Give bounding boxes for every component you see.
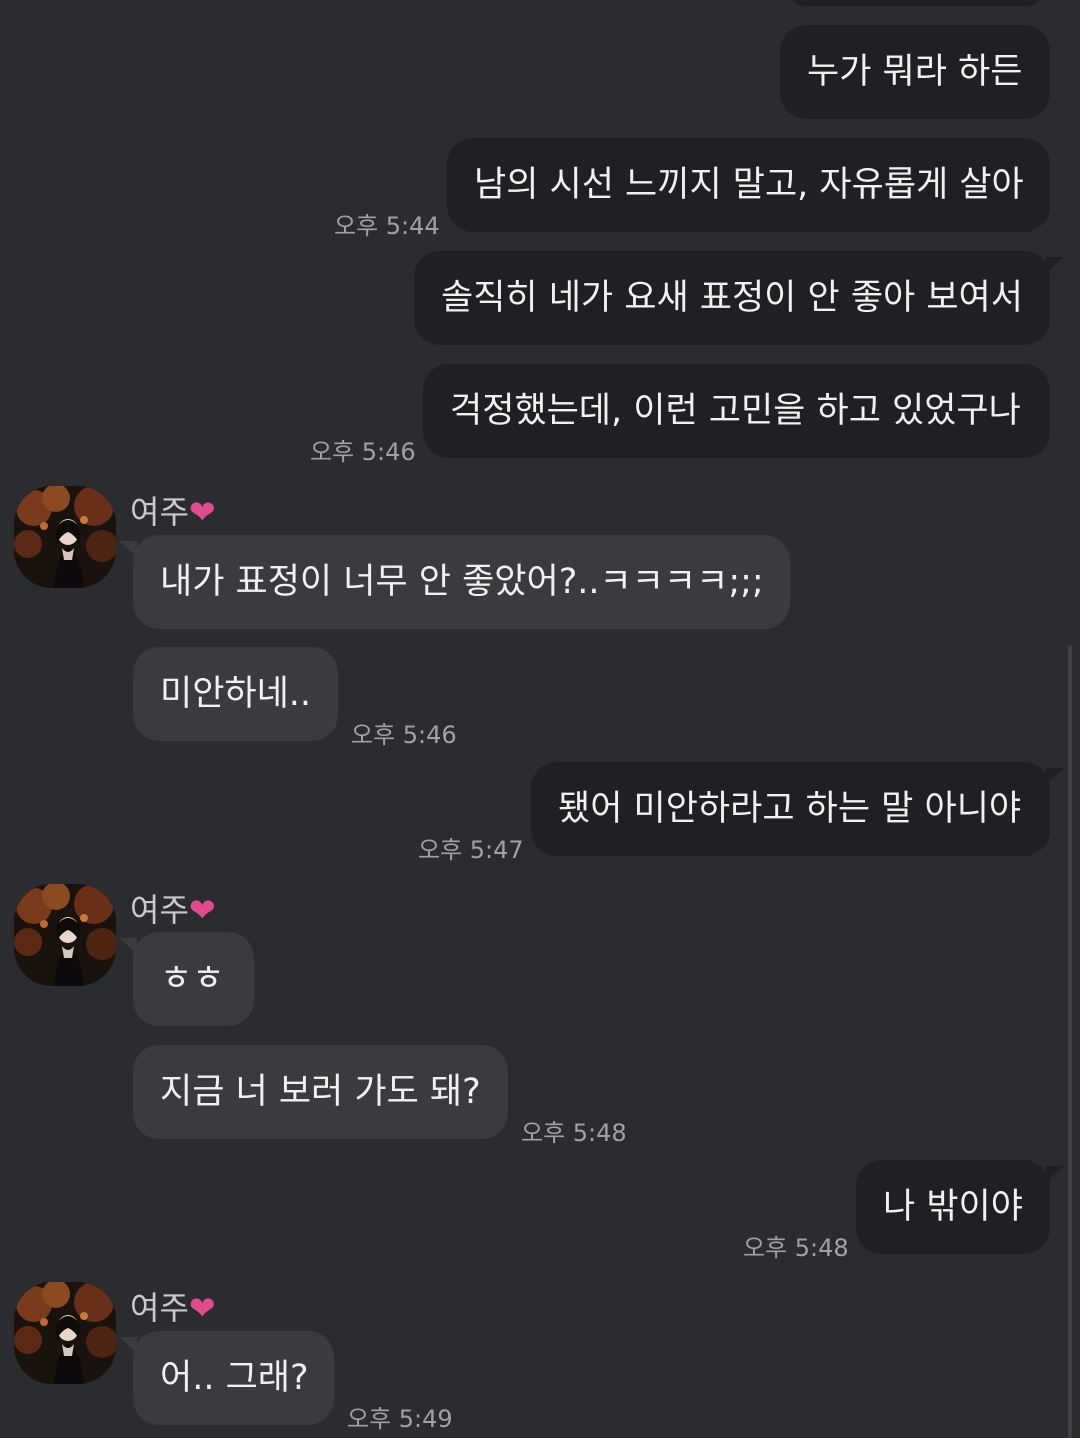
sender-name: 여주❤ [130, 487, 216, 533]
message-text: 나 밖이야 [883, 1187, 1023, 1227]
avatar-photo-icon [14, 884, 116, 986]
message-bubble[interactable]: 어.. 그래? [133, 1331, 334, 1425]
message-bubble[interactable]: 됐어 미안하라고 하는 말 아니야 [531, 762, 1050, 856]
bubble-tail [1046, 768, 1064, 784]
message-text: 남의 시선 느끼지 말고, 자유롭게 살아 [474, 165, 1024, 205]
message-timestamp: 오후 5:47 [418, 836, 524, 864]
message-text: 걱정했는데, 이런 고민을 하고 있었구나 [450, 391, 1021, 431]
avatar-photo-icon [14, 1282, 116, 1384]
sender-name: 여주❤ [130, 1283, 216, 1329]
message-text: 내가 표정이 너무 안 좋았어?..ㅋㅋㅋㅋ;;; [160, 562, 764, 602]
pink-heart-icon: ❤ [188, 493, 216, 531]
message-text: 어.. 그래? [160, 1358, 309, 1398]
contact-avatar[interactable] [14, 1282, 116, 1384]
bubble-tail [119, 541, 137, 557]
message-text: 솔직히 네가 요새 표정이 안 좋아 보여서 [441, 278, 1023, 318]
bubble-tail [119, 938, 137, 954]
message-text: 미안하네.. [160, 674, 312, 714]
message-timestamp: 오후 5:46 [351, 721, 457, 749]
message-bubble[interactable]: ㅎㅎ [133, 932, 254, 1026]
message-bubble[interactable]: 나 밖이야 [856, 1160, 1050, 1254]
pink-heart-icon: ❤ [188, 1289, 216, 1327]
bubble-tail [1046, 1166, 1064, 1182]
sender-name-text: 여주 [130, 1289, 189, 1327]
previous-message-bubble-edge [790, 0, 1042, 6]
message-timestamp: 오후 5:49 [347, 1405, 453, 1433]
scrollbar[interactable] [1068, 645, 1072, 1438]
message-text: 지금 너 보러 가도 돼? [160, 1072, 481, 1112]
message-bubble[interactable]: 지금 너 보러 가도 돼? [133, 1045, 508, 1139]
message-bubble[interactable]: 미안하네.. [133, 647, 338, 741]
pink-heart-icon: ❤ [188, 891, 216, 929]
contact-avatar[interactable] [14, 486, 116, 588]
message-timestamp: 오후 5:46 [310, 438, 416, 466]
contact-avatar[interactable] [14, 884, 116, 986]
avatar-photo-icon [14, 486, 116, 588]
message-text: 누가 뭐라 하든 [807, 52, 1023, 92]
bubble-tail [119, 1337, 137, 1353]
sender-name-text: 여주 [130, 891, 189, 929]
sender-name-text: 여주 [130, 493, 189, 531]
sender-name: 여주❤ [130, 885, 216, 931]
message-bubble[interactable]: 남의 시선 느끼지 말고, 자유롭게 살아 [447, 138, 1050, 232]
message-timestamp: 오후 5:48 [521, 1119, 627, 1147]
chat-thread[interactable]: 누가 뭐라 하든 오후 5:44 남의 시선 느끼지 말고, 자유롭게 살아 솔… [0, 0, 1080, 1438]
message-bubble[interactable]: 누가 뭐라 하든 [780, 25, 1050, 119]
message-bubble[interactable]: 내가 표정이 너무 안 좋았어?..ㅋㅋㅋㅋ;;; [133, 535, 790, 629]
message-text: 됐어 미안하라고 하는 말 아니야 [558, 789, 1022, 829]
message-timestamp: 오후 5:44 [334, 212, 440, 240]
message-text: ㅎㅎ [160, 959, 225, 999]
message-timestamp: 오후 5:48 [743, 1234, 849, 1262]
message-bubble[interactable]: 걱정했는데, 이런 고민을 하고 있었구나 [423, 364, 1050, 458]
bubble-tail [1046, 257, 1064, 273]
message-bubble[interactable]: 솔직히 네가 요새 표정이 안 좋아 보여서 [414, 251, 1050, 345]
